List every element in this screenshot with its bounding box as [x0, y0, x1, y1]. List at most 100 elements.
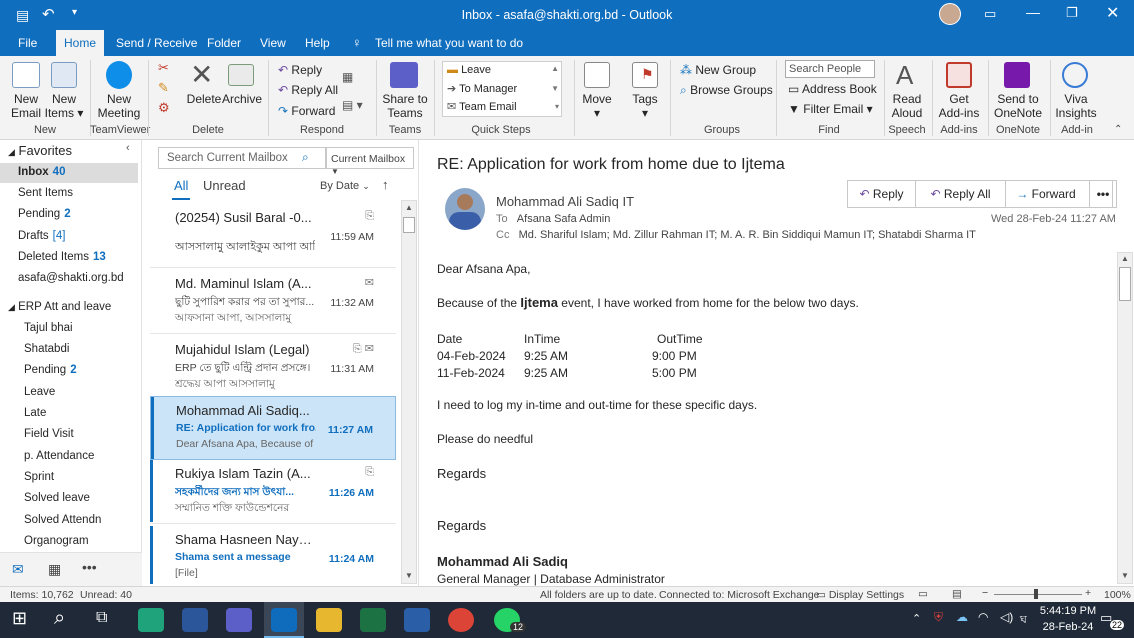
list-item-selected[interactable]: Mohammad Ali Sadiq... 11:27 AM RE: Appli… [150, 396, 396, 460]
teams-icon[interactable] [226, 608, 252, 632]
search-scope-dropdown[interactable]: Current Mailbox ▼ [326, 147, 414, 176]
sort-direction-icon[interactable]: ↑ [382, 177, 389, 192]
tab-home[interactable]: Home [56, 30, 105, 56]
browse-groups-button[interactable]: ⌕ Browse Groups [680, 83, 773, 98]
sort-by-date[interactable]: By Date ⌄ [320, 180, 370, 192]
more-apps-icon[interactable]: ••• [82, 559, 97, 575]
folder-erp-group[interactable]: ◢ ERP Att and leave [8, 301, 111, 313]
address-book-button[interactable]: ▭ Address Book [788, 82, 877, 96]
move-button[interactable]: Move ▾ [578, 92, 616, 120]
delete-button[interactable]: Delete [186, 92, 222, 106]
favorites-header[interactable]: ◢ Favorites [8, 143, 72, 158]
onedrive-icon[interactable]: ☁ [956, 610, 968, 624]
scroll-down-icon[interactable]: ▼ [551, 84, 559, 93]
folder-inbox[interactable]: Inbox 40 [18, 166, 65, 178]
task-view-icon[interactable]: ⧉ [96, 609, 107, 627]
folder-solved-leave[interactable]: Solved leave [24, 492, 90, 504]
new-meeting-button[interactable]: New Meeting [94, 92, 144, 120]
windows-start-icon[interactable]: ⊞ [12, 608, 27, 629]
filter-all[interactable]: All [174, 178, 188, 193]
folder-organogram[interactable]: Organogram [24, 535, 89, 547]
folder-late[interactable]: Late [24, 407, 46, 419]
quickstep-team-email[interactable]: ✉ Team Email [447, 100, 517, 113]
scroll-down-icon[interactable]: ▼ [405, 571, 413, 580]
outlook-icon[interactable] [271, 608, 297, 632]
scroll-up-icon[interactable]: ▲ [551, 64, 559, 73]
chrome-icon[interactable] [448, 608, 474, 632]
cleanup-icon[interactable]: ✎ [158, 80, 169, 96]
calendar-icon[interactable]: ▦ [48, 561, 61, 578]
close-icon[interactable]: ✕ [1106, 3, 1119, 23]
ribbon-display-options-icon[interactable]: ▭ [984, 6, 996, 22]
folder-field-visit[interactable]: Field Visit [24, 428, 74, 440]
file-explorer-icon[interactable] [316, 608, 342, 632]
list-item[interactable]: (20254) Susil Baral -0... ⎘ 11:59 AM আসস… [150, 204, 396, 268]
folder-solved-attendn[interactable]: Solved Attendn [24, 514, 101, 526]
folder-shatabdi[interactable]: Shatabdi [24, 343, 69, 355]
scrollbar-thumb[interactable] [1119, 267, 1131, 301]
zoom-in-icon[interactable]: + [1085, 587, 1091, 599]
email-from[interactable]: Mohammad Ali Sadiq IT [496, 194, 634, 209]
reply-all-button[interactable]: ↶ Reply All [916, 181, 1006, 207]
folder-leave[interactable]: Leave [24, 386, 55, 398]
list-item[interactable]: Mujahidul Islam (Legal) ⎘ ✉ 11:31 AM ERP… [150, 336, 396, 400]
minimize-icon[interactable]: — [1026, 4, 1040, 20]
send-to-onenote-button[interactable]: Send to OneNote [992, 92, 1044, 120]
user-avatar[interactable] [939, 3, 961, 25]
zoom-slider-thumb[interactable] [1034, 589, 1038, 599]
search-mailbox-input[interactable]: Search Current Mailbox [158, 147, 326, 169]
message-list-scrollbar[interactable]: ▲ ▼ [401, 200, 417, 584]
clock-time[interactable]: 5:44:19 PM [1038, 605, 1098, 617]
scrollbar-thumb[interactable] [403, 217, 415, 233]
get-addins-button[interactable]: Get Add-ins [936, 92, 982, 120]
search-people-input[interactable]: Search People [785, 60, 875, 78]
new-items-button[interactable]: New Items ▾ [44, 92, 84, 120]
display-settings-button[interactable]: ▭ Display Settings [816, 589, 904, 601]
zoom-slider[interactable] [994, 594, 1082, 595]
scroll-up-icon[interactable]: ▲ [1121, 254, 1129, 263]
new-group-button[interactable]: ⁂ New Group [680, 63, 756, 77]
junk-icon[interactable]: ⚙ [158, 100, 170, 116]
tags-button[interactable]: Tags ▾ [626, 92, 664, 120]
excel-icon[interactable] [360, 608, 386, 632]
clock-date[interactable]: 28-Feb-24 [1038, 621, 1098, 633]
zoom-out-icon[interactable]: − [982, 587, 988, 599]
list-item[interactable]: Md. Maminul Islam (A... ✉ 11:32 AM ছুটি … [150, 270, 396, 334]
folder-account[interactable]: asafa@shakti.org.bd [18, 272, 124, 284]
list-item[interactable]: Shama Hasneen Naye... 11:24 AM Shama sen… [150, 526, 396, 586]
tray-overflow-icon[interactable]: ⌃ [912, 612, 921, 625]
more-respond-icon[interactable]: ▤ ▾ [342, 98, 363, 112]
filter-unread[interactable]: Unread [203, 178, 246, 193]
folder-drafts[interactable]: Drafts [4] [18, 230, 65, 242]
viva-insights-button[interactable]: Viva Insights [1052, 92, 1100, 120]
folder-pending[interactable]: Pending 2 [18, 208, 71, 220]
more-icon[interactable]: ▾ [555, 102, 559, 111]
reply-button[interactable]: ↶ Reply [278, 63, 322, 77]
search-icon[interactable]: ⌕ [54, 607, 65, 630]
security-icon[interactable]: ⛨ [934, 610, 943, 625]
forward-button[interactable]: → Forward [1006, 181, 1086, 207]
tab-folder[interactable]: Folder [207, 30, 241, 56]
folder-sent-items[interactable]: Sent Items [18, 187, 73, 199]
filter-email-button[interactable]: ▼ Filter Email ▾ [788, 102, 873, 116]
tell-me-search[interactable]: Tell me what you want to do [375, 30, 523, 56]
folder-sub-pending[interactable]: Pending 2 [24, 364, 77, 376]
quickstep-leave[interactable]: ▬ Leave [447, 64, 491, 76]
reply-all-button[interactable]: ↶ Reply All [278, 83, 338, 97]
share-to-teams-button[interactable]: Share to Teams [380, 92, 430, 120]
edge-icon[interactable] [138, 608, 164, 632]
folder-sprint[interactable]: Sprint [24, 471, 54, 483]
new-email-button[interactable]: New Email [6, 92, 46, 120]
tab-view[interactable]: View [260, 30, 286, 56]
folder-tajul-bhai[interactable]: Tajul bhai [24, 322, 73, 334]
folder-deleted-items[interactable]: Deleted Items 13 [18, 251, 106, 263]
reading-pane-scrollbar[interactable]: ▲ ▼ [1117, 252, 1133, 584]
mail-icon[interactable]: ✉ [12, 561, 24, 578]
reading-view-icon[interactable]: ▤ [952, 588, 962, 600]
quickstep-to-manager[interactable]: ➔ To Manager [447, 82, 517, 95]
visio-icon[interactable] [404, 608, 430, 632]
collapse-ribbon-icon[interactable]: ⌃ [1114, 124, 1122, 135]
read-aloud-button[interactable]: Read Aloud [886, 92, 928, 120]
list-item[interactable]: Rukiya Islam Tazin (A... ⎘ 11:26 AM সহকর… [150, 460, 396, 524]
word-icon[interactable] [182, 608, 208, 632]
